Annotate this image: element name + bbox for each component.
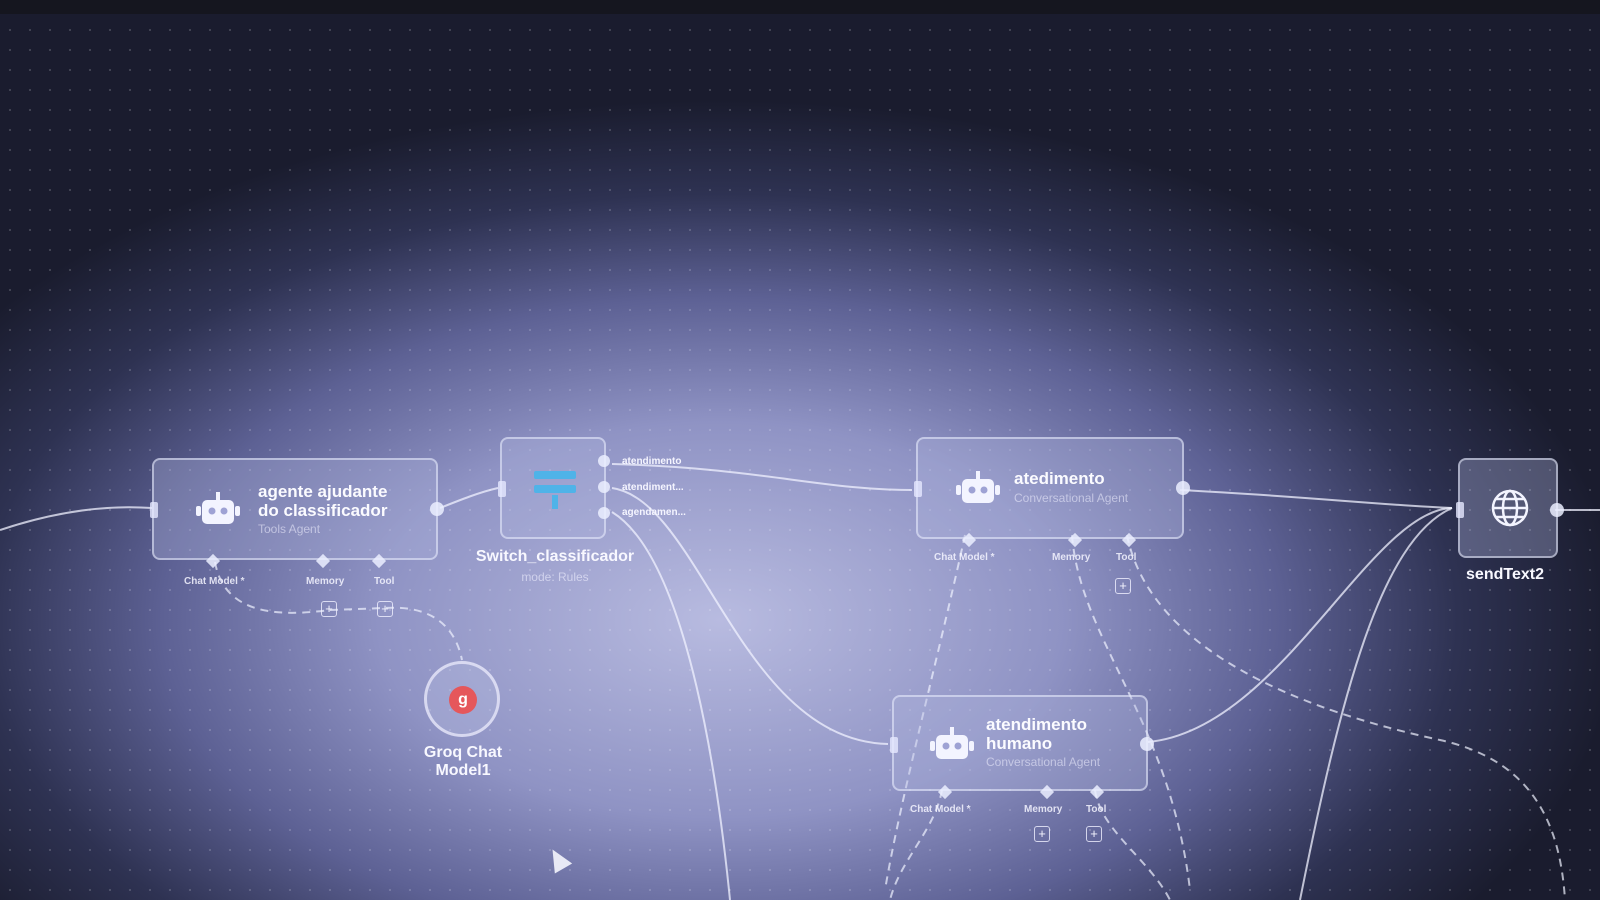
- node-groq-chat-model[interactable]: g: [424, 661, 500, 737]
- groq-icon: g: [449, 686, 477, 714]
- node-title: Groq Chat Model1: [423, 744, 503, 779]
- node-subtitle: Tools Agent: [258, 522, 321, 536]
- output-label-2: atendiment...: [622, 482, 684, 493]
- switch-icon: [534, 467, 576, 516]
- memory-label: Memory: [1052, 552, 1091, 563]
- node-title: sendText2: [1466, 566, 1544, 583]
- node-subtitle: mode: Rules: [521, 570, 589, 584]
- node-subtitle: Conversational Agent: [986, 755, 1101, 769]
- memory-label: Memory: [1024, 804, 1063, 815]
- chat-model-label: Chat Model *: [910, 804, 971, 815]
- chat-model-label: Chat Model *: [184, 576, 245, 587]
- output-port-3[interactable]: [598, 507, 610, 519]
- workflow-canvas[interactable]: agente ajudante do classificador Tools A…: [0, 0, 1600, 900]
- input-port[interactable]: [498, 481, 506, 497]
- wire-humano-sendtext: [1147, 507, 1453, 743]
- node-title: atendimento humano: [986, 715, 1088, 753]
- tool-label: Tool: [374, 576, 395, 587]
- node-subtitle: Conversational Agent: [1014, 491, 1129, 505]
- robot-icon: [956, 469, 1000, 514]
- globe-icon: [1490, 488, 1530, 533]
- node-title: Switch_classificador: [475, 548, 635, 565]
- node-switch-classificador[interactable]: [498, 437, 610, 539]
- connections: [0, 463, 1600, 900]
- add-tool-button[interactable]: +: [377, 601, 393, 617]
- input-port[interactable]: [914, 481, 922, 497]
- node-atendimento-humano[interactable]: atendimento humano Conversational Agent: [890, 695, 1154, 800]
- output-label-3: agendamen...: [622, 507, 686, 518]
- add-tool-button[interactable]: +: [1086, 826, 1102, 842]
- node-agente-ajudante[interactable]: agente ajudante do classificador Tools A…: [150, 458, 444, 569]
- node-sendtext2[interactable]: [1456, 458, 1564, 558]
- add-memory-button[interactable]: +: [1034, 826, 1050, 842]
- wire-sendtext-down: [1299, 507, 1453, 900]
- output-port-1[interactable]: [598, 455, 610, 467]
- output-port-2[interactable]: [598, 481, 610, 493]
- memory-label: Memory: [306, 576, 345, 587]
- input-port[interactable]: [1456, 502, 1464, 518]
- robot-icon: [930, 725, 974, 770]
- node-title: agente ajudante do classificador: [258, 482, 388, 520]
- chat-model-label: Chat Model *: [934, 552, 995, 563]
- wire-input: [0, 506, 153, 531]
- wire-agent-to-switch: [439, 487, 499, 509]
- add-memory-button[interactable]: +: [321, 601, 337, 617]
- input-port[interactable]: [150, 502, 158, 518]
- node-atedimento[interactable]: atedimento Conversational Agent: [914, 437, 1190, 548]
- input-port[interactable]: [890, 737, 898, 753]
- wire-switch-humano: [611, 487, 889, 745]
- wire-atedimento-sendtext: [1179, 489, 1453, 509]
- node-title: atedimento: [1014, 469, 1105, 488]
- add-tool-button[interactable]: +: [1115, 578, 1131, 594]
- output-port[interactable]: [1176, 481, 1190, 495]
- output-port[interactable]: [1140, 737, 1154, 751]
- output-port[interactable]: [1550, 503, 1564, 517]
- output-label-1: atendimento: [622, 456, 682, 467]
- tool-label: Tool: [1086, 804, 1107, 815]
- tool-label: Tool: [1116, 552, 1137, 563]
- output-port[interactable]: [430, 502, 444, 516]
- robot-icon: [196, 490, 240, 535]
